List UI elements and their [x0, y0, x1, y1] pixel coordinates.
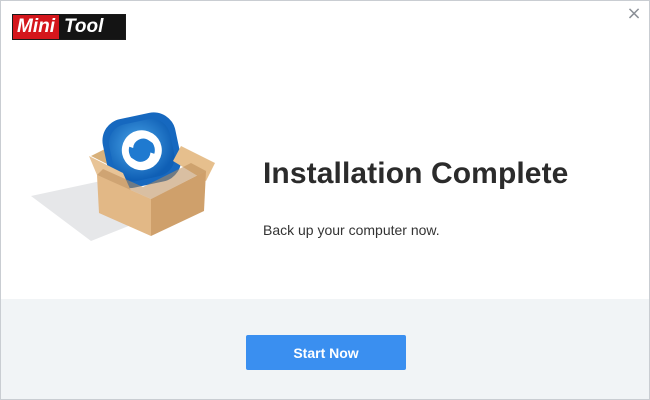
start-now-button[interactable]: Start Now: [246, 335, 406, 370]
footer-bar: Start Now: [1, 299, 649, 399]
close-icon[interactable]: ×: [625, 5, 643, 23]
page-subtitle: Back up your computer now.: [263, 222, 440, 238]
logo-mini-text: Mini: [13, 15, 59, 39]
page-title: Installation Complete: [263, 157, 569, 190]
software-box-icon: [31, 112, 215, 241]
installer-window: Mini Tool × Installation Complete Back u…: [0, 0, 650, 400]
logo-tool-text: Tool: [59, 15, 125, 39]
minitool-logo: Mini Tool: [12, 14, 126, 40]
